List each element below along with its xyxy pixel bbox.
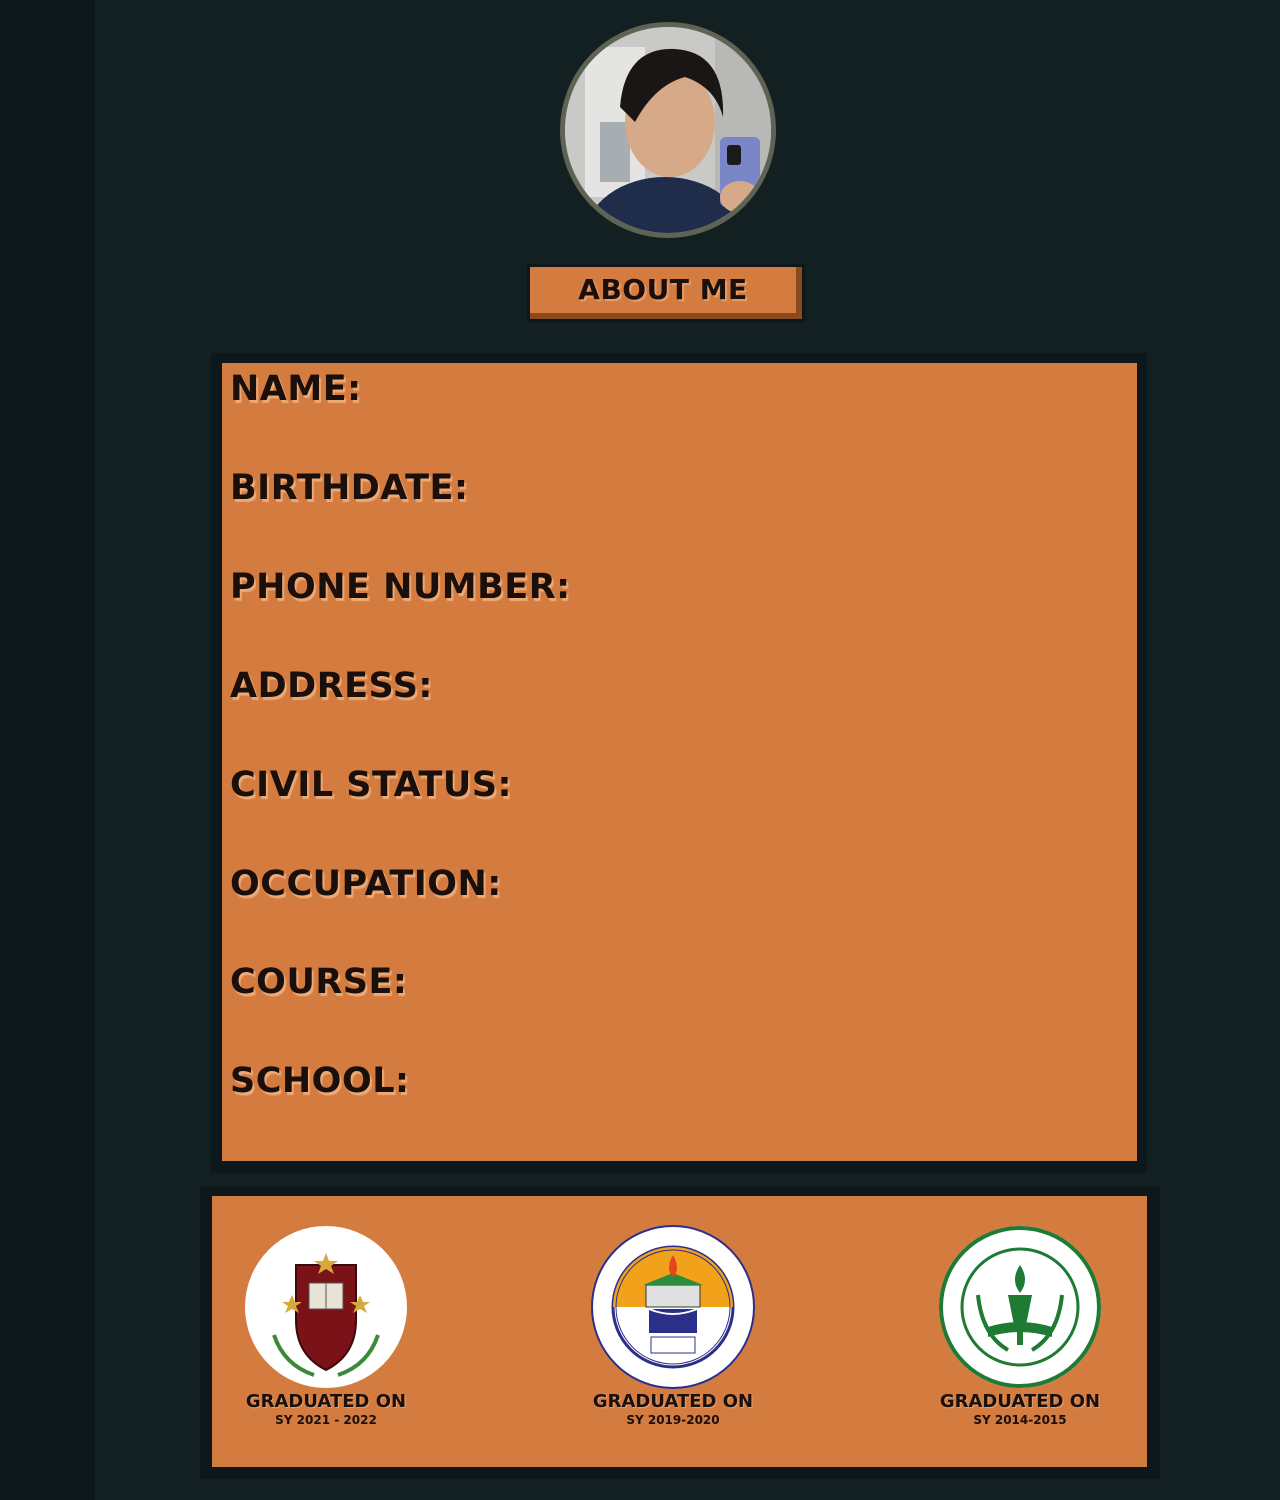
- info-panel: NAME: BIRTHDATE: PHONE NUMBER: ADDRESS: …: [211, 353, 1147, 1173]
- profile-photo: [565, 27, 771, 233]
- field-phone-number: PHONE NUMBER:: [230, 567, 571, 607]
- field-birthdate: BIRTHDATE:: [230, 468, 469, 508]
- mca-montessori-logo: [245, 1226, 407, 1388]
- school-item-mca: GRADUATED ON SY 2021 - 2022: [216, 1225, 436, 1427]
- school-item-wbnhs: GRADUATED ON SY 2019-2020: [563, 1225, 783, 1427]
- army-angels-logo: [939, 1226, 1101, 1388]
- avatar: [560, 22, 776, 238]
- schools-card: GRADUATED ON SY 2021 - 2022 GRADUATED ON…: [212, 1196, 1147, 1467]
- school-item-army-angels: GRADUATED ON SY 2014-2015: [910, 1225, 1130, 1427]
- field-civil-status: CIVIL STATUS:: [230, 765, 513, 805]
- field-school: SCHOOL:: [230, 1061, 410, 1101]
- about-me-button[interactable]: ABOUT ME: [527, 264, 805, 322]
- field-course: COURSE:: [230, 962, 408, 1002]
- graduation-year: SY 2021 - 2022: [275, 1413, 377, 1427]
- field-address: ADDRESS:: [230, 666, 433, 706]
- graduation-year: SY 2014-2015: [973, 1413, 1067, 1427]
- field-name: NAME:: [230, 369, 362, 409]
- field-occupation: OCCUPATION:: [230, 864, 502, 904]
- graduated-label: GRADUATED ON: [939, 1391, 1101, 1412]
- graduated-label: GRADUATED ON: [245, 1391, 407, 1412]
- info-card: NAME: BIRTHDATE: PHONE NUMBER: ADDRESS: …: [222, 363, 1137, 1161]
- schools-panel: GRADUATED ON SY 2021 - 2022 GRADUATED ON…: [200, 1187, 1160, 1479]
- wbnhs-logo: [591, 1225, 755, 1389]
- graduated-label: GRADUATED ON: [592, 1391, 754, 1412]
- left-sidebar-strip: [0, 0, 95, 1500]
- graduation-year: SY 2019-2020: [626, 1413, 720, 1427]
